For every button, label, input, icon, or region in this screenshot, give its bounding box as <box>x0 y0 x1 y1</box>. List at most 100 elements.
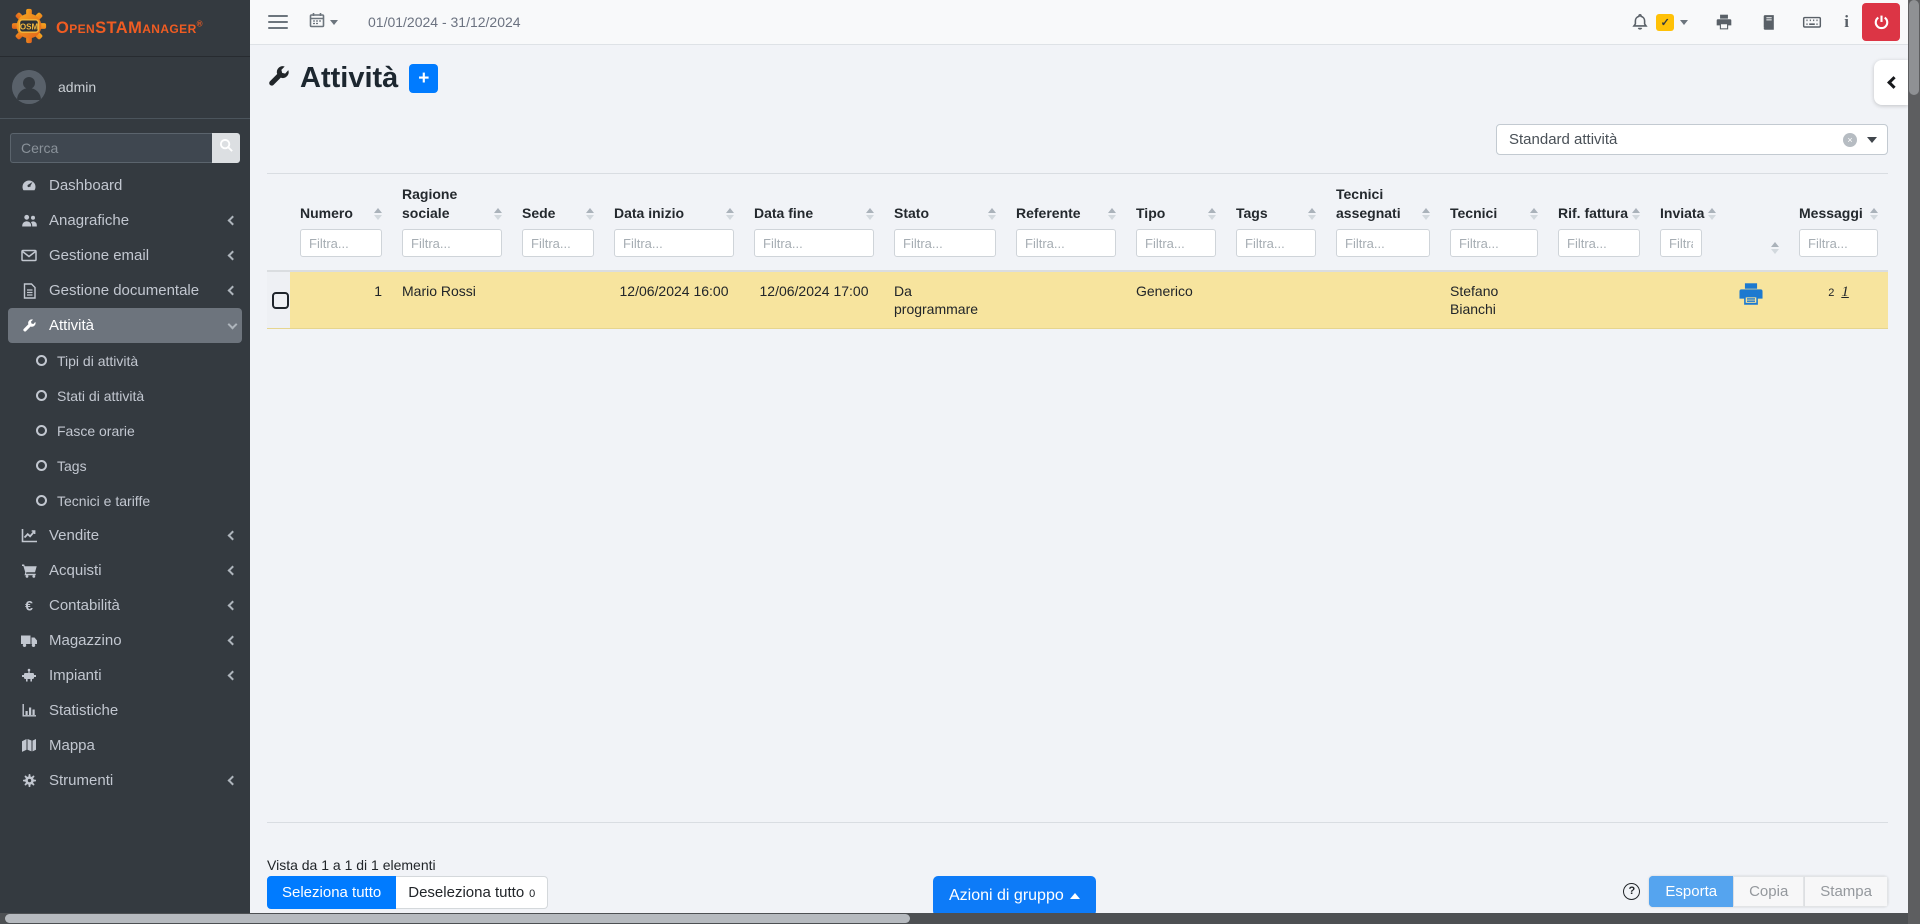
user-panel[interactable]: admin <box>0 57 250 119</box>
brand[interactable]: OSM OpenSTAManager® <box>0 0 250 57</box>
plugin-filter-select[interactable]: Standard attività × <box>1496 124 1888 155</box>
records-count-info: Vista da 1 a 1 di 1 elementi <box>267 857 436 873</box>
sidebar-link[interactable]: Strumenti <box>0 763 250 798</box>
sidebar-link[interactable]: Impianti <box>0 658 250 693</box>
right-panel-toggle[interactable] <box>1874 60 1908 105</box>
sort-icon[interactable] <box>1304 208 1316 220</box>
sort-icon[interactable] <box>1628 208 1640 220</box>
column-header-data_inizio[interactable]: Data inizio <box>604 185 744 271</box>
sidebar-subitem-tipi-di-attivit-[interactable]: Tipi di attività <box>0 343 250 378</box>
info-icon[interactable]: i <box>1844 12 1849 32</box>
date-range-picker[interactable] <box>309 12 338 33</box>
filter-input-rif_fattura[interactable] <box>1558 229 1640 257</box>
sidebar-link[interactable]: Magazzino <box>0 623 250 658</box>
hamburger-menu-icon[interactable] <box>268 11 288 33</box>
sort-icon[interactable] <box>1526 208 1538 220</box>
sidebar-subitem-tecnici-e-tariffe[interactable]: Tecnici e tariffe <box>0 483 250 518</box>
filter-input-numero[interactable] <box>300 229 382 257</box>
sidebar-link[interactable]: Statistiche <box>0 693 250 728</box>
column-header-messaggi[interactable]: Messaggi <box>1789 185 1888 271</box>
circle-icon <box>36 355 47 366</box>
chevron-down-icon[interactable] <box>1680 20 1688 25</box>
group-actions-button[interactable]: Azioni di gruppo <box>933 876 1096 916</box>
column-header-azioni[interactable] <box>1712 185 1789 271</box>
message-count-link[interactable]: 1 <box>1841 284 1849 300</box>
filter-input-sede[interactable] <box>522 229 594 257</box>
row-checkbox[interactable] <box>272 292 289 309</box>
filter-input-tecnici[interactable] <box>1450 229 1538 257</box>
filter-input-tecnici_assegnati[interactable] <box>1336 229 1430 257</box>
filter-input-ragione_sociale[interactable] <box>402 229 502 257</box>
select-all-button[interactable]: Seleziona tutto <box>267 876 396 909</box>
filter-input-tipo[interactable] <box>1136 229 1216 257</box>
vertical-scrollbar-thumb[interactable] <box>1909 0 1919 95</box>
column-header-stato[interactable]: Stato <box>884 185 1006 271</box>
export-button[interactable]: Esporta <box>1649 876 1733 907</box>
sidebar-link[interactable]: Dashboard <box>0 168 250 203</box>
notifications-bell-icon[interactable] <box>1631 13 1649 31</box>
sidebar-link[interactable]: Anagrafiche <box>0 203 250 238</box>
column-header-tipo[interactable]: Tipo <box>1126 185 1226 271</box>
sort-icon[interactable] <box>1704 208 1716 220</box>
date-range-label[interactable]: 01/01/2024 - 31/12/2024 <box>368 14 521 30</box>
filter-input-data_fine[interactable] <box>754 229 874 257</box>
print-activity-icon[interactable] <box>1738 293 1764 309</box>
column-header-ragione_sociale[interactable]: Ragione sociale <box>392 185 512 271</box>
table-row[interactable]: 1Mario Rossi12/06/2024 16:0012/06/2024 1… <box>267 271 1888 329</box>
sort-icon[interactable] <box>722 208 734 220</box>
sort-icon[interactable] <box>490 208 502 220</box>
column-header-sede[interactable]: Sede <box>512 185 604 271</box>
sidebar-link[interactable]: Mappa <box>0 728 250 763</box>
column-header-numero[interactable]: Numero <box>290 185 392 271</box>
keyboard-shortcuts-icon[interactable] <box>1802 12 1822 32</box>
column-header-inviata[interactable]: Inviata <box>1650 185 1712 271</box>
sort-icon[interactable] <box>370 208 382 220</box>
sidebar-link[interactable]: Vendite <box>0 518 250 553</box>
filter-input-referente[interactable] <box>1016 229 1116 257</box>
column-header-referente[interactable]: Referente <box>1006 185 1126 271</box>
sidebar-link[interactable]: Attività <box>8 308 242 343</box>
deselect-all-button[interactable]: Deseleziona tutto0 <box>396 876 548 909</box>
help-icon[interactable]: ? <box>1623 883 1640 900</box>
logout-power-button[interactable] <box>1862 3 1900 41</box>
add-record-button[interactable]: + <box>409 64 438 93</box>
copy-button[interactable]: Copia <box>1733 876 1804 907</box>
sort-icon[interactable] <box>1204 208 1216 220</box>
footer-divider <box>267 822 1888 823</box>
column-header-tecnici[interactable]: Tecnici <box>1440 185 1548 271</box>
sort-icon[interactable] <box>1866 208 1878 220</box>
filter-input-stato[interactable] <box>894 229 996 257</box>
sidebar-subitem-tags[interactable]: Tags <box>0 448 250 483</box>
status-check-badge[interactable]: ✓ <box>1656 14 1674 31</box>
filter-input-data_inizio[interactable] <box>614 229 734 257</box>
clear-filter-icon[interactable]: × <box>1843 133 1857 147</box>
column-header-tecnici_assegnati[interactable]: Tecnici assegnati <box>1326 185 1440 271</box>
filter-input-messaggi[interactable] <box>1799 229 1878 257</box>
sidebar-subitem-fasce-orarie[interactable]: Fasce orarie <box>0 413 250 448</box>
sidebar-link[interactable]: Acquisti <box>0 553 250 588</box>
sidebar-link[interactable]: Gestione email <box>0 238 250 273</box>
sort-icon[interactable] <box>1418 208 1430 220</box>
sidebar-link[interactable]: €Contabilità <box>0 588 250 623</box>
vertical-scrollbar[interactable] <box>1908 0 1920 924</box>
documentation-book-icon[interactable] <box>1760 14 1777 31</box>
filter-input-tags[interactable] <box>1236 229 1316 257</box>
horizontal-scrollbar-thumb[interactable] <box>5 914 910 923</box>
sort-icon[interactable] <box>862 208 874 220</box>
sort-icon[interactable] <box>984 208 996 220</box>
wrench-icon <box>20 318 38 333</box>
sidebar-subitem-stati-di-attivit-[interactable]: Stati di attività <box>0 378 250 413</box>
print-button[interactable]: Stampa <box>1804 876 1888 907</box>
filter-input-inviata[interactable] <box>1660 229 1702 257</box>
sidebar-link[interactable]: Gestione documentale <box>0 273 250 308</box>
column-header-data_fine[interactable]: Data fine <box>744 185 884 271</box>
search-button[interactable] <box>212 133 240 163</box>
search-input[interactable] <box>10 133 212 163</box>
print-icon[interactable] <box>1715 13 1733 31</box>
horizontal-scrollbar[interactable] <box>0 913 1908 924</box>
sort-icon[interactable] <box>1767 242 1779 254</box>
sort-icon[interactable] <box>1104 208 1116 220</box>
column-header-rif_fattura[interactable]: Rif. fattura <box>1548 185 1650 271</box>
column-header-tags[interactable]: Tags <box>1226 185 1326 271</box>
sort-icon[interactable] <box>582 208 594 220</box>
